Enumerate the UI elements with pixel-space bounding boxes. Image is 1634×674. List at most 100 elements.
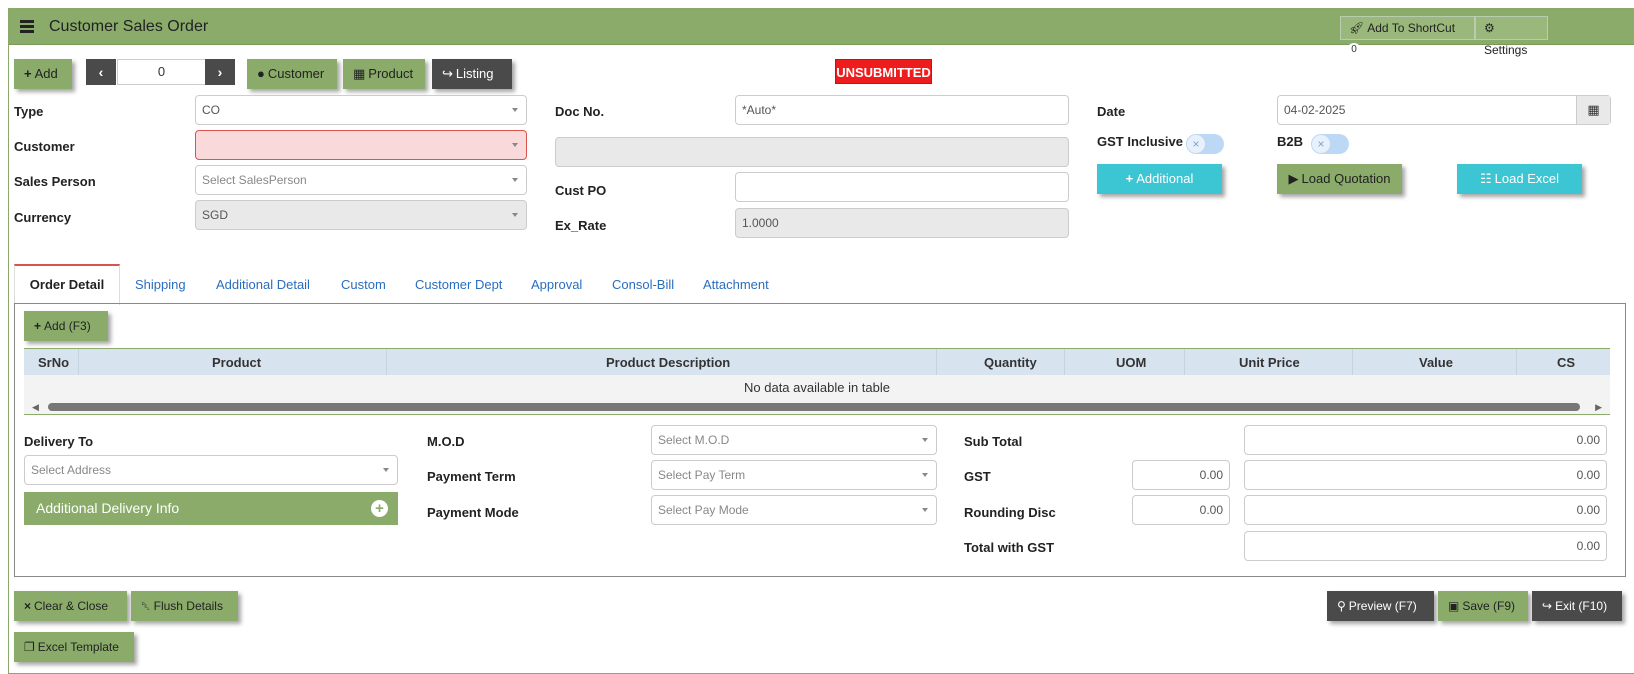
tab-additional-detail[interactable]: Additional Detail	[216, 277, 310, 292]
column-header[interactable]: UOM	[1116, 355, 1146, 370]
date-input[interactable]: 04-02-2025 ▦	[1277, 95, 1611, 125]
prev-record-button[interactable]: ‹	[86, 59, 116, 85]
tab-attachment[interactable]: Attachment	[703, 277, 769, 292]
exrate-input[interactable]: 1.0000	[735, 208, 1069, 238]
additional-delivery-info-bar[interactable]: Additional Delivery Info +	[24, 492, 398, 525]
subtotal-label: Sub Total	[964, 434, 1023, 449]
column-header[interactable]: Quantity	[984, 355, 1037, 370]
type-value: CO	[202, 103, 220, 117]
load-excel-label: Load Excel	[1494, 171, 1559, 186]
subtotal-field[interactable]: 0.00	[1244, 425, 1607, 455]
tab-custom[interactable]: Custom	[341, 277, 386, 292]
record-index-input[interactable]: 0	[117, 59, 206, 85]
excel-template-button[interactable]: ❐ Excel Template	[14, 632, 134, 662]
docno-input[interactable]: *Auto*	[735, 95, 1069, 125]
caret-down-icon	[922, 508, 928, 512]
tab-customer-dept[interactable]: Customer Dept	[415, 277, 502, 292]
customer-select[interactable]	[195, 130, 527, 160]
toggle-off-icon: ×	[1187, 135, 1205, 153]
add-to-shortcut-button[interactable]: 🚀︎ Add To ShortCut 0	[1340, 16, 1475, 57]
column-header[interactable]: Product	[212, 355, 261, 370]
column-header[interactable]: Unit Price	[1239, 355, 1300, 370]
date-label: Date	[1097, 104, 1126, 119]
plus-icon: +	[1125, 171, 1134, 186]
tab-approval[interactable]: Approval	[531, 277, 582, 292]
tab-shipping[interactable]: Shipping	[135, 277, 186, 292]
docno-label: Doc No.	[555, 104, 605, 119]
preview-button[interactable]: ⚲ Preview (F7)	[1327, 591, 1434, 621]
sign-out-icon: ↪	[1542, 599, 1553, 613]
currency-label: Currency	[14, 210, 72, 225]
total-with-gst-field[interactable]: 0.00	[1244, 531, 1607, 561]
plus-icon: +	[34, 319, 42, 333]
gst-value-field[interactable]: 0.00	[1244, 460, 1607, 490]
flush-details-button[interactable]: ␡ Flush Details	[131, 591, 238, 621]
payment-term-label: Payment Term	[427, 469, 516, 484]
user-icon: ●	[257, 66, 265, 81]
gst-rate-field[interactable]: 0.00	[1132, 460, 1230, 490]
plus-icon: +	[24, 66, 32, 81]
additional-button[interactable]: + Additional	[1097, 164, 1222, 194]
mod-select[interactable]: Select M.O.D	[651, 425, 937, 455]
customer-button[interactable]: ● Customer	[247, 59, 337, 89]
load-quotation-button[interactable]: ▶ Load Quotation	[1277, 164, 1402, 194]
empty-table-message: No data available in table	[24, 375, 1610, 400]
scrollbar-thumb[interactable]	[48, 403, 1580, 411]
delivery-to-label: Delivery To	[24, 434, 94, 449]
settings-button[interactable]: ⚙ Settings	[1475, 16, 1548, 57]
tab-consol-bill[interactable]: Consol-Bill	[612, 277, 674, 292]
column-header[interactable]: Product Description	[606, 355, 730, 370]
mod-placeholder: Select M.O.D	[658, 433, 730, 447]
rocket-icon: 🚀︎	[1349, 21, 1365, 35]
exit-label: Exit (F10)	[1555, 599, 1608, 613]
add-line-button[interactable]: + Add (F3)	[24, 311, 108, 341]
payment-mode-select[interactable]: Select Pay Mode	[651, 495, 937, 525]
save-button[interactable]: ▣ Save (F9)	[1438, 591, 1528, 621]
add-button[interactable]: + Add	[14, 59, 72, 89]
caret-down-icon	[512, 213, 518, 217]
toggle-off-icon: ×	[1312, 135, 1330, 153]
column-header[interactable]: Value	[1419, 355, 1453, 370]
exrate-label: Ex_Rate	[555, 218, 607, 233]
plus-circle-icon[interactable]: +	[371, 500, 388, 517]
listing-button[interactable]: ↪ Listing	[432, 59, 512, 89]
chevron-right-icon: ›	[217, 64, 223, 80]
play-circle-icon: ▶	[1288, 171, 1299, 186]
sign-out-icon: ↪	[442, 66, 453, 81]
load-excel-button[interactable]: ☷ Load Excel	[1457, 164, 1582, 194]
gst-label: GST	[964, 469, 991, 484]
file-excel-icon: ☷	[1480, 171, 1492, 186]
customer-button-label: Customer	[267, 66, 325, 81]
gst-inclusive-toggle[interactable]: ×	[1186, 134, 1224, 154]
tab-order-detail[interactable]: Order Detail	[14, 264, 120, 305]
rounding-value-field[interactable]: 0.00	[1244, 495, 1607, 525]
product-button[interactable]: ▦ Product	[343, 59, 425, 89]
caret-down-icon	[922, 473, 928, 477]
gear-icon: ⚙	[1484, 21, 1495, 35]
salesperson-placeholder: Select SalesPerson	[202, 173, 307, 187]
calendar-icon[interactable]: ▦	[1576, 96, 1610, 124]
customer-label: Customer	[14, 139, 75, 154]
b2b-toggle[interactable]: ×	[1311, 134, 1349, 154]
custpo-input[interactable]	[735, 172, 1069, 202]
currency-select[interactable]: SGD	[195, 200, 527, 230]
exit-button[interactable]: ↪ Exit (F10)	[1532, 591, 1622, 621]
payment-term-select[interactable]: Select Pay Term	[651, 460, 937, 490]
scroll-left-icon[interactable]: ◀	[32, 402, 39, 413]
horizontal-scrollbar[interactable]: ◀ ▶	[24, 400, 1610, 415]
boxes-icon: ▦	[353, 66, 366, 81]
chevron-left-icon: ‹	[98, 64, 104, 80]
clear-close-button[interactable]: × Clear & Close	[14, 591, 127, 621]
salesperson-select[interactable]: Select SalesPerson	[195, 165, 527, 195]
type-select[interactable]: CO	[195, 95, 527, 125]
rounding-rate-field[interactable]: 0.00	[1132, 495, 1230, 525]
scroll-right-icon[interactable]: ▶	[1595, 402, 1602, 413]
caret-down-icon	[383, 468, 389, 472]
column-header[interactable]: CS	[1557, 355, 1575, 370]
date-value: 04-02-2025	[1284, 103, 1346, 117]
next-record-button[interactable]: ›	[205, 59, 235, 85]
column-header[interactable]: SrNo	[38, 355, 69, 370]
menu-icon[interactable]	[20, 20, 34, 33]
address-select[interactable]: Select Address	[24, 455, 398, 485]
save-label: Save (F9)	[1462, 599, 1516, 613]
